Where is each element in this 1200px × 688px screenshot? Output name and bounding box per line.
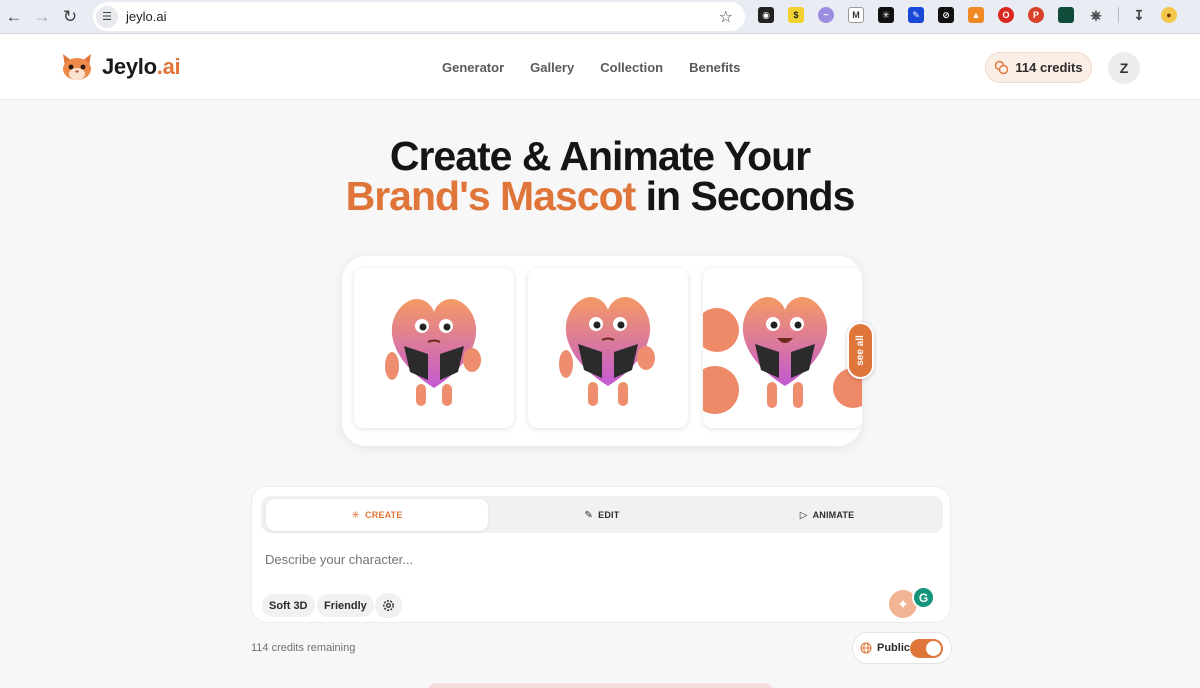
extension-icon[interactable]: M bbox=[848, 7, 864, 23]
site-settings-icon[interactable]: ☰ bbox=[96, 5, 118, 28]
address-bar[interactable]: ☰ jeylo.ai ☆ bbox=[93, 2, 745, 31]
sparkle-icon: ✳ bbox=[351, 509, 361, 521]
toolbar-divider bbox=[1118, 7, 1119, 23]
browser-toolbar: ← → ↻ ☰ jeylo.ai ☆ ◉ $ ~ M ✳ ✎ ⊘ ▲ O P ⎈… bbox=[0, 0, 1200, 34]
visibility-toggle[interactable]: Public bbox=[852, 632, 952, 664]
hero-title-line-1: Create & Animate Your bbox=[389, 133, 811, 179]
see-all-label: see all bbox=[855, 335, 866, 366]
site-header: Jeylo.ai Generator Gallery Collection Be… bbox=[0, 35, 1200, 100]
tab-animate-label: ANIMATE bbox=[812, 510, 855, 520]
url-text: jeylo.ai bbox=[126, 9, 167, 24]
tab-edit[interactable]: ✎ EDIT bbox=[491, 499, 713, 531]
nav-collection[interactable]: Collection bbox=[600, 60, 663, 75]
extensions-bar: ◉ $ ~ M ✳ ✎ ⊘ ▲ O P ⎈ ↧ ● bbox=[758, 7, 1191, 23]
extension-icon[interactable]: O bbox=[998, 7, 1014, 23]
main-nav: Generator Gallery Collection Benefits bbox=[442, 60, 766, 75]
style-chip-soft-3d[interactable]: Soft 3D bbox=[262, 594, 315, 617]
puzzle-icon[interactable]: ⎈ bbox=[1088, 7, 1104, 23]
coins-icon bbox=[995, 60, 1009, 75]
tab-create[interactable]: ✳ CREATE bbox=[266, 499, 488, 531]
profile-avatar-icon[interactable]: ● bbox=[1161, 7, 1177, 23]
next-section-peek bbox=[428, 683, 773, 688]
extension-icon[interactable]: $ bbox=[788, 7, 804, 23]
heart-mascot-group-image bbox=[703, 297, 862, 414]
download-icon[interactable]: ↧ bbox=[1131, 7, 1147, 23]
credits-remaining: 114 credits remaining bbox=[251, 642, 356, 654]
public-label: Public bbox=[877, 642, 911, 654]
logo-text: Jeylo.ai bbox=[102, 54, 181, 79]
reload-icon[interactable]: ↻ bbox=[56, 3, 84, 31]
hero: Create & Animate Your Brand's Mascot in … bbox=[0, 133, 1200, 219]
extension-icon[interactable] bbox=[1058, 7, 1074, 23]
pencil-icon: ✎ bbox=[584, 509, 594, 521]
sparkle-icon: ✦ bbox=[897, 595, 909, 612]
mascot-gallery bbox=[342, 256, 862, 446]
extension-icon[interactable]: ⊘ bbox=[938, 7, 954, 23]
tab-edit-label: EDIT bbox=[598, 510, 620, 520]
forward-arrow-icon[interactable]: → bbox=[28, 3, 56, 31]
grammarly-icon[interactable]: G bbox=[912, 586, 935, 609]
see-all-button[interactable]: see all bbox=[847, 322, 874, 379]
mascot-thumbnail[interactable] bbox=[354, 268, 514, 428]
public-toggle-switch[interactable] bbox=[910, 639, 943, 658]
character-description-input[interactable] bbox=[265, 552, 885, 567]
user-avatar[interactable]: Z bbox=[1108, 52, 1140, 84]
mascot-thumbnail[interactable] bbox=[528, 268, 688, 428]
globe-icon bbox=[860, 642, 872, 654]
prompt-composer: ✳CREATE ✎EDIT ▷ANIMATE Soft 3D Friendly … bbox=[251, 486, 951, 623]
hero-accent-text: Brand's Mascot bbox=[345, 173, 637, 219]
nav-generator[interactable]: Generator bbox=[442, 60, 504, 75]
browser-nav: ← → ↻ bbox=[0, 3, 84, 31]
cat-logo-icon bbox=[63, 54, 91, 80]
gear-icon bbox=[383, 600, 394, 611]
settings-button[interactable] bbox=[375, 593, 402, 618]
style-chip-friendly[interactable]: Friendly bbox=[317, 594, 374, 617]
heart-mascot-image bbox=[385, 299, 481, 406]
extension-icon[interactable]: ◉ bbox=[758, 7, 774, 23]
hero-title-line-2: Brand's Mascot in Seconds bbox=[0, 173, 1200, 219]
extension-icon[interactable]: P bbox=[1028, 7, 1044, 23]
back-arrow-icon[interactable]: ← bbox=[0, 3, 28, 31]
tab-animate[interactable]: ▷ ANIMATE bbox=[716, 499, 938, 531]
toggle-knob bbox=[926, 641, 941, 656]
tab-create-label: CREATE bbox=[365, 510, 403, 520]
mode-tabs: ✳ CREATE ✎ EDIT ▷ ANIMATE bbox=[261, 496, 943, 533]
nav-benefits[interactable]: Benefits bbox=[689, 60, 740, 75]
extension-icon[interactable]: ▲ bbox=[968, 7, 984, 23]
mascot-thumbnail[interactable] bbox=[703, 268, 862, 428]
heart-mascot-image bbox=[559, 297, 655, 406]
logo[interactable]: Jeylo.ai bbox=[60, 52, 181, 82]
credits-button[interactable]: 114 credits bbox=[985, 52, 1092, 83]
play-icon: ▷ bbox=[799, 509, 808, 521]
credits-label: 114 credits bbox=[1015, 60, 1083, 75]
extension-icon[interactable]: ✳ bbox=[878, 7, 894, 23]
bookmark-star-icon[interactable]: ☆ bbox=[719, 7, 733, 27]
extension-icon[interactable]: ~ bbox=[818, 7, 834, 23]
nav-gallery[interactable]: Gallery bbox=[530, 60, 574, 75]
extension-icon[interactable]: ✎ bbox=[908, 7, 924, 23]
hero-rest-text: in Seconds bbox=[635, 173, 856, 219]
